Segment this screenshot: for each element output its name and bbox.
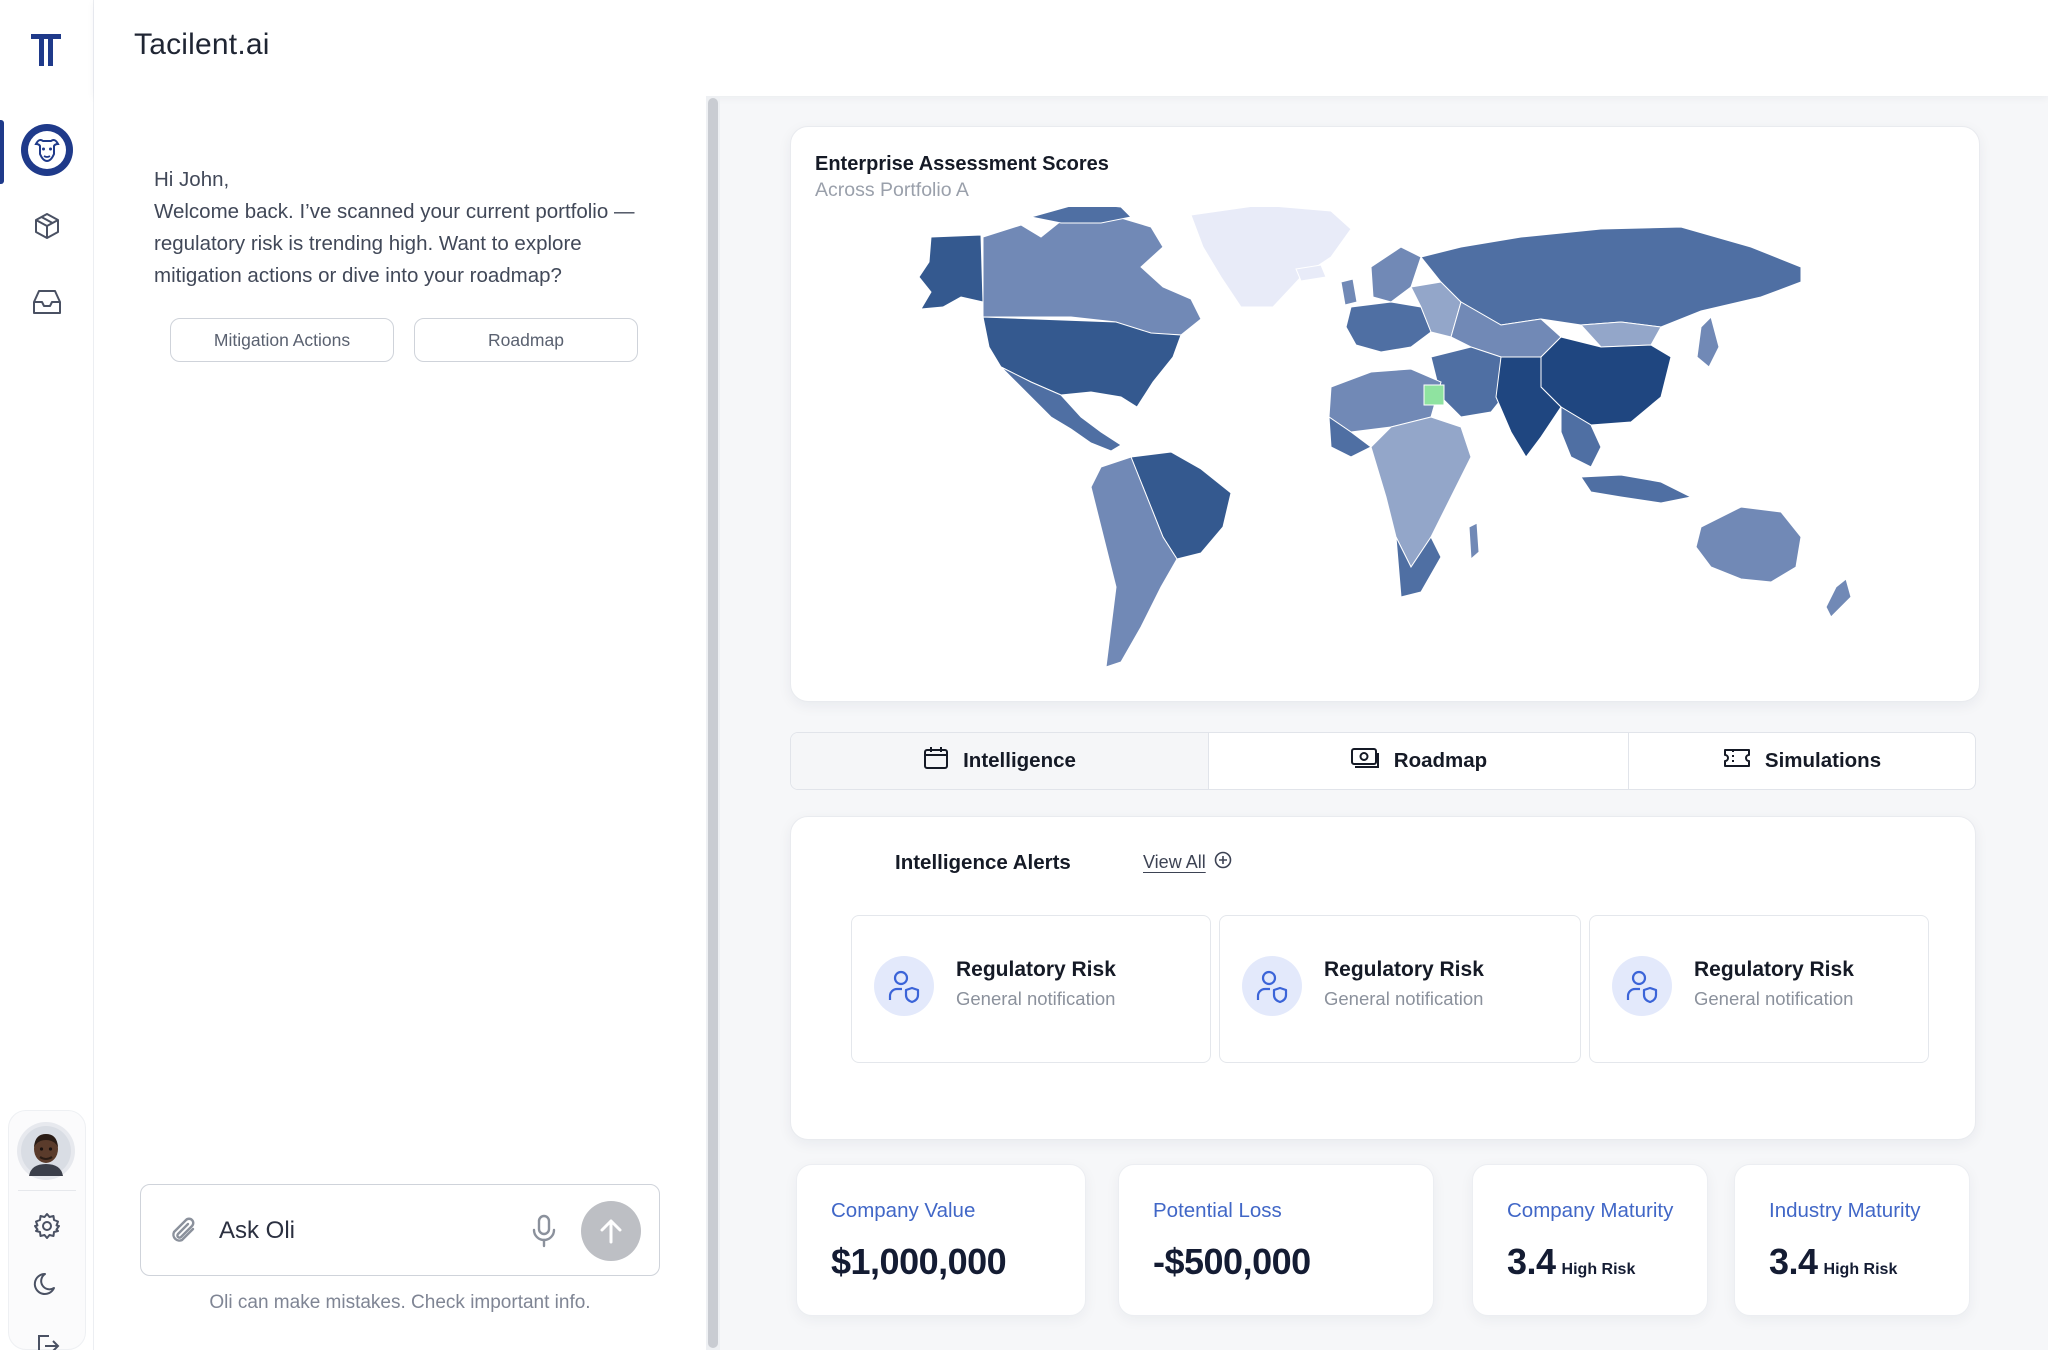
logout-icon [33,1332,61,1350]
settings-button[interactable] [0,1196,94,1260]
alert-title: Regulatory Risk [1694,958,1854,981]
alert-card[interactable]: Regulatory Risk General notification [851,915,1211,1063]
alerts-title: Intelligence Alerts [895,851,1071,874]
tab-intelligence[interactable]: Intelligence [791,733,1209,789]
alert-card[interactable]: Regulatory Risk General notification [1589,915,1929,1063]
alert-subtitle: General notification [1694,988,1854,1009]
region-mongolia [1579,321,1662,348]
metric-risk-note: High Risk [1561,1261,1636,1278]
chat-panel: Hi John, Welcome back. I’ve scanned your… [94,96,706,1350]
metric-value-text: $1,000,000 [831,1241,1007,1282]
region-canada [982,214,1202,336]
tab-simulations[interactable]: Simulations [1629,733,1975,789]
region-australia [1695,506,1802,583]
metric-potential-loss: Potential Loss -$500,000 [1118,1164,1434,1316]
metric-value: 3.4 High Risk [1769,1241,1897,1283]
ticket-icon [1723,747,1751,775]
calendar-icon [923,746,949,776]
tab-roadmap[interactable]: Roadmap [1209,733,1629,789]
metric-value: 3.4 High Risk [1507,1241,1635,1283]
send-button[interactable] [581,1201,641,1261]
mitigation-actions-button[interactable]: Mitigation Actions [170,318,394,362]
metric-label: Company Maturity [1507,1199,1674,1222]
plus-circle-icon [1214,851,1232,874]
theme-toggle-button[interactable] [0,1254,94,1318]
sidebar-item-assistant[interactable] [0,120,94,184]
metric-value: $1,000,000 [831,1241,1007,1283]
assistant-greeting: Hi John, Welcome back. I’ve scanned your… [154,164,674,292]
money-icon [1350,747,1380,775]
region-egypt [1423,384,1445,406]
inbox-icon [31,287,63,322]
moon-icon [33,1270,61,1303]
alert-subtitle: General notification [1324,988,1484,1009]
region-greenland [1190,207,1352,308]
user-shield-icon [874,956,934,1016]
view-all-label: View All [1143,852,1206,872]
user-shield-icon [1242,956,1302,1016]
alert-subtitle: General notification [956,988,1116,1009]
region-new-zealand [1825,578,1852,618]
alert-title: Regulatory Risk [956,958,1116,981]
top-bar: Tacilent.ai [94,0,2048,96]
region-central-africa [1370,416,1472,568]
tab-intelligence-label: Intelligence [963,749,1076,772]
logout-button[interactable] [0,1316,94,1350]
metric-label: Company Value [831,1199,976,1222]
cube-icon [32,211,62,246]
metric-value-text: 3.4 [1507,1241,1556,1282]
greeting-message: Welcome back. I’ve scanned your current … [154,200,635,287]
metric-risk-note: High Risk [1823,1261,1898,1278]
region-western-europe [1345,301,1432,353]
disclaimer-text: Oli can make mistakes. Check important i… [209,1292,591,1313]
arrow-up-icon [600,1219,622,1244]
roadmap-suggestion-button[interactable]: Roadmap [414,318,638,362]
metric-label: Potential Loss [1153,1199,1282,1222]
assessment-map-card: Enterprise Assessment Scores Across Port… [790,126,1980,702]
app-title: Tacilent.ai [134,28,270,61]
alert-title: Regulatory Risk [1324,958,1484,981]
metric-industry-maturity: Industry Maturity 3.4 High Risk [1734,1164,1970,1316]
app-root: Tacilent.ai Hi John, Welcome back. I’ve … [0,0,2048,1350]
tacilent-logo-icon[interactable] [28,30,64,70]
paperclip-icon[interactable] [169,1215,199,1252]
metric-value-text: -$500,000 [1153,1241,1311,1282]
metric-company-maturity: Company Maturity 3.4 High Risk [1472,1164,1708,1316]
tab-simulations-label: Simulations [1764,749,1882,772]
map-title: Enterprise Assessment Scores [815,153,1109,175]
avatar[interactable] [17,1122,75,1180]
chat-composer [140,1184,660,1276]
region-japan [1696,316,1720,368]
region-scandinavia [1370,246,1422,303]
metric-label: Industry Maturity [1769,1199,1921,1222]
left-rail [0,0,94,1350]
microphone-icon[interactable] [531,1213,557,1254]
metric-company-value: Company Value $1,000,000 [796,1164,1086,1316]
intelligence-alerts-card: Intelligence Alerts View All Regulatory … [790,816,1976,1140]
greeting-salutation: Hi John, [154,168,230,191]
scrollbar-thumb[interactable] [708,98,718,1348]
region-indonesia [1580,474,1693,504]
region-alaska [918,234,984,310]
chat-scrollbar[interactable] [706,96,720,1350]
map-subtitle: Across Portfolio A [815,179,969,201]
view-all-link[interactable]: View All [1143,851,1232,874]
dashboard-tabs: Intelligence Roadmap Simulations [790,732,1976,790]
gear-icon [33,1212,61,1245]
account-divider [18,1190,76,1191]
region-madagascar [1468,522,1480,561]
metric-value-text: 3.4 [1769,1241,1818,1282]
alert-card[interactable]: Regulatory Risk General notification [1219,915,1581,1063]
sidebar-item-inbox[interactable] [0,272,94,336]
metric-value: -$500,000 [1153,1241,1311,1283]
region-uk [1340,278,1358,306]
bison-icon [19,122,75,183]
ask-oli-input[interactable] [219,1207,509,1255]
tab-roadmap-label: Roadmap [1393,749,1488,772]
sidebar-item-packages[interactable] [0,196,94,260]
world-choropleth-map[interactable] [901,207,1911,687]
user-shield-icon [1612,956,1672,1016]
